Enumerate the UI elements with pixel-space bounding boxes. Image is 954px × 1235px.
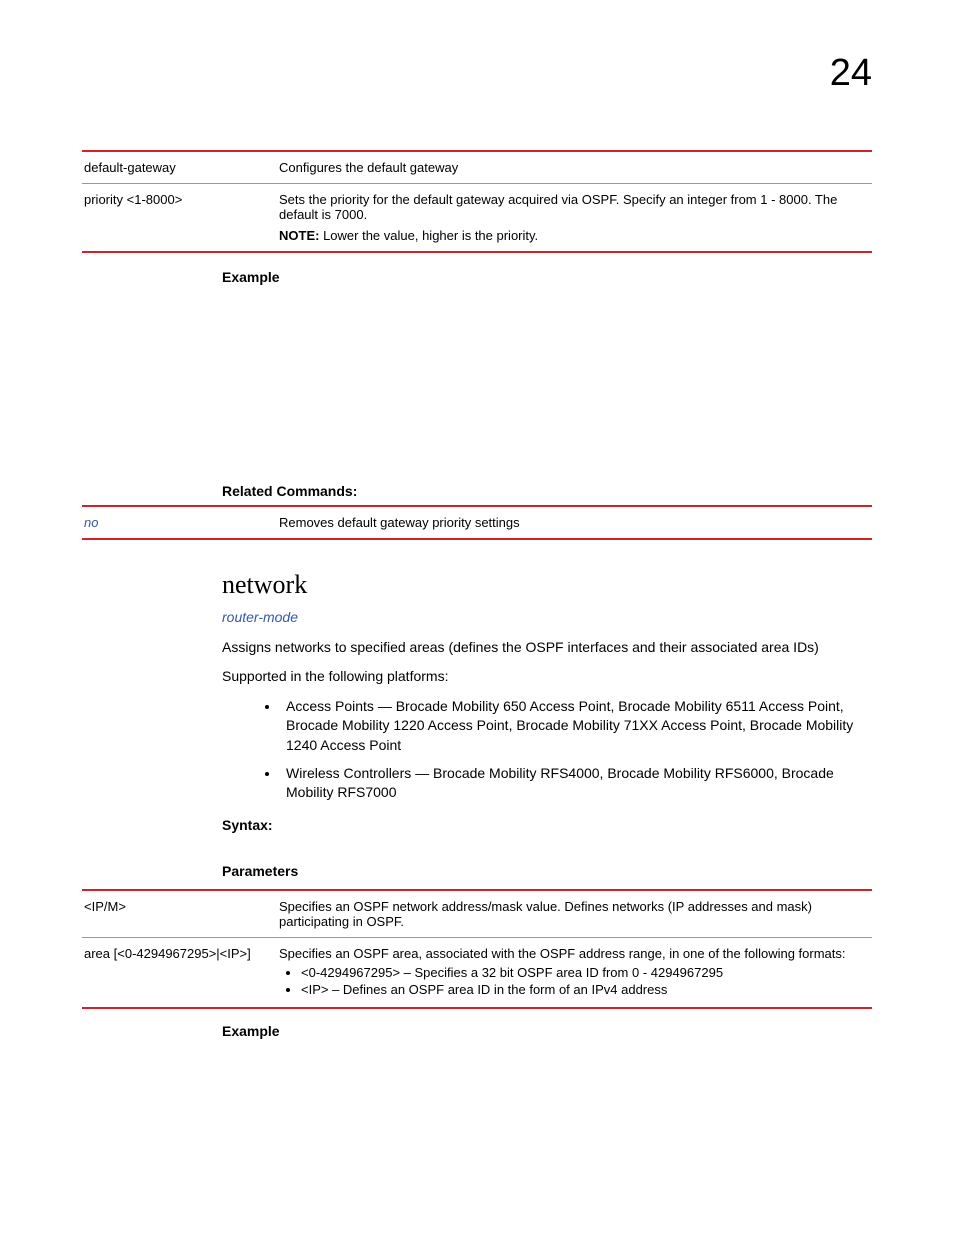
param-desc: Specifies an OSPF network address/mask v… xyxy=(277,890,872,938)
spacer xyxy=(82,285,872,473)
area-format-list: <0-4294967295> – Specifies a 32 bit OSPF… xyxy=(279,965,866,997)
section-heading: network xyxy=(222,570,872,600)
list-item: Wireless Controllers — Brocade Mobility … xyxy=(280,764,872,803)
param-table-network: <IP/M> Specifies an OSPF network address… xyxy=(82,889,872,1009)
table-row: priority <1-8000> Sets the priority for … xyxy=(82,184,872,253)
list-item: Access Points — Brocade Mobility 650 Acc… xyxy=(280,697,872,756)
param-key: default-gateway xyxy=(82,151,277,184)
table-row: default-gateway Configures the default g… xyxy=(82,151,872,184)
param-key: priority <1-8000> xyxy=(82,184,277,253)
note-label: NOTE: xyxy=(279,228,319,243)
parameters-heading: Parameters xyxy=(222,863,872,879)
example-heading: Example xyxy=(222,269,872,285)
param-desc-text: Sets the priority for the default gatewa… xyxy=(279,192,866,222)
example-section-1: Example xyxy=(222,269,872,285)
syntax-heading: Syntax: xyxy=(222,817,872,833)
param-note: NOTE: Lower the value, higher is the pri… xyxy=(279,228,866,243)
related-commands-section: Related Commands: xyxy=(222,483,872,499)
router-mode-link[interactable]: router-mode xyxy=(222,608,872,628)
table-row: area [<0-4294967295>|<IP>] Specifies an … xyxy=(82,937,872,1008)
param-key: area [<0-4294967295>|<IP>] xyxy=(82,937,277,1008)
section-para-2: Supported in the following platforms: xyxy=(222,667,872,687)
related-desc: Removes default gateway priority setting… xyxy=(277,506,872,539)
param-desc: Configures the default gateway xyxy=(277,151,872,184)
section-para-1: Assigns networks to specified areas (def… xyxy=(222,638,872,658)
param-desc-text: Specifies an OSPF area, associated with … xyxy=(279,946,866,961)
table-row: <IP/M> Specifies an OSPF network address… xyxy=(82,890,872,938)
note-text: Lower the value, higher is the priority. xyxy=(319,228,538,243)
param-desc: Sets the priority for the default gatewa… xyxy=(277,184,872,253)
page-number: 24 xyxy=(830,52,872,95)
param-table-gateway: default-gateway Configures the default g… xyxy=(82,150,872,253)
page-content: default-gateway Configures the default g… xyxy=(82,150,872,1039)
param-desc: Specifies an OSPF area, associated with … xyxy=(277,937,872,1008)
list-item: <IP> – Defines an OSPF area ID in the fo… xyxy=(301,982,866,997)
no-link[interactable]: no xyxy=(84,515,98,530)
example-section-2: Example xyxy=(222,1023,872,1039)
example-heading: Example xyxy=(222,1023,872,1039)
network-section: network router-mode Assigns networks to … xyxy=(222,570,872,879)
list-item: <0-4294967295> – Specifies a 32 bit OSPF… xyxy=(301,965,866,980)
platform-list: Access Points — Brocade Mobility 650 Acc… xyxy=(222,697,872,803)
related-commands-table: no Removes default gateway priority sett… xyxy=(82,505,872,540)
table-row: no Removes default gateway priority sett… xyxy=(82,506,872,539)
related-heading: Related Commands: xyxy=(222,483,872,499)
param-key: <IP/M> xyxy=(82,890,277,938)
related-key: no xyxy=(82,506,277,539)
